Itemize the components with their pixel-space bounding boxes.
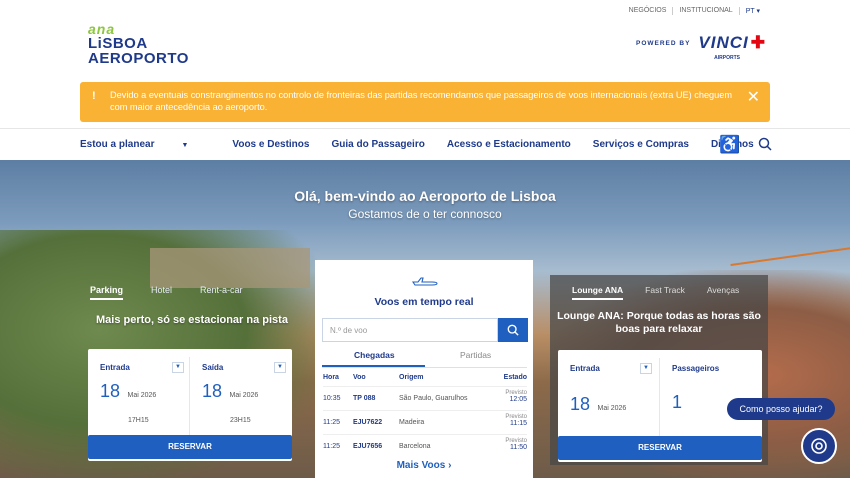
exit-time[interactable]: 23H15 <box>230 417 251 424</box>
lounge-reserve-button[interactable]: RESERVAR <box>558 436 762 460</box>
exit-label: Saída <box>202 363 224 372</box>
flights-title: Voos em tempo real <box>374 296 474 308</box>
divider <box>189 357 190 435</box>
close-icon[interactable]: ✕ <box>747 88 760 108</box>
nav-item-acesso-estacionamento[interactable]: Acesso e Estacionamento <box>447 139 571 150</box>
chevron-down-icon: ▼ <box>181 142 189 149</box>
chevron-right-icon: › <box>448 460 452 471</box>
chevron-down-icon[interactable]: ▼ <box>172 362 184 373</box>
language-selector[interactable]: PT ▾ <box>740 7 766 15</box>
tab-lounge-ana[interactable]: Lounge ANA <box>572 285 624 300</box>
lounge-heading: Lounge ANA: Porque todas as horas são bo… <box>557 310 761 335</box>
search-icon <box>507 324 519 336</box>
tab-fast-track[interactable]: Fast Track <box>645 285 685 300</box>
lounge-entry-label: Entrada <box>570 364 600 373</box>
alert-banner: ! Devido a eventuais constrangimentos no… <box>80 82 770 122</box>
nav-item-guia-passageiro[interactable]: Guia do Passageiro <box>331 139 424 150</box>
vinci-cross-icon: ✚ <box>750 33 766 52</box>
lounge-entry-date[interactable]: 18 Mai 2026 <box>570 394 626 415</box>
entry-label: Entrada <box>100 363 130 372</box>
chat-launcher-button[interactable] <box>801 428 837 464</box>
nav-item-servicos-compras[interactable]: Serviços e Compras <box>593 139 689 150</box>
parking-panel: Parking Hotel Rent-a-car Mais perto, só … <box>80 275 300 461</box>
passengers-value[interactable]: 1 <box>672 392 682 413</box>
table-row[interactable]: 11:25 EJU7656 Barcelona Previsto 11:50 <box>323 434 527 456</box>
flight-search-button[interactable] <box>498 318 528 342</box>
hero-section: Olá, bem-vindo ao Aeroporto de Lisboa Go… <box>0 160 850 478</box>
parking-form: Entrada ▼ 18 Mai 2026 17H15 Saída ▼ 18 M… <box>88 349 292 461</box>
warning-icon: ! <box>92 90 96 102</box>
tab-avencas[interactable]: Avenças <box>707 285 739 300</box>
entry-date[interactable]: 18 Mai 2026 <box>100 381 156 402</box>
chat-prompt-bubble[interactable]: Como posso ajudar? <box>727 398 835 420</box>
parking-heading: Mais perto, só se estacionar na pista <box>96 314 288 326</box>
passengers-label: Passageiros <box>672 364 720 373</box>
tab-parking[interactable]: Parking <box>90 285 124 300</box>
site-header: ana LiSBOA AEROPORTO NEGÓCIOS INSTITUCIO… <box>0 0 850 80</box>
tab-partidas[interactable]: Partidas <box>460 350 491 360</box>
flights-tabs: Chegadas Partidas <box>322 350 527 368</box>
vinci-logo[interactable]: VINCI ✚ <box>698 33 766 53</box>
parking-reserve-button[interactable]: RESERVAR <box>88 435 292 459</box>
top-link-institucional[interactable]: INSTITUCIONAL <box>673 7 740 15</box>
hero-subtitle: Gostamos de o ter connosco <box>348 207 502 221</box>
top-link-negocios[interactable]: NEGÓCIOS <box>623 7 674 15</box>
ana-lisboa-logo[interactable]: ana LiSBOA AEROPORTO <box>88 22 189 66</box>
chat-icon <box>811 438 827 454</box>
flight-number-input[interactable]: N.º de voo <box>322 318 498 342</box>
nav-item-estou-a-planear[interactable]: Estou a planear ▼ <box>80 139 210 150</box>
top-links: NEGÓCIOS INSTITUCIONAL PT ▾ <box>623 7 766 15</box>
search-icon[interactable] <box>758 137 772 156</box>
table-row[interactable]: 10:35 TP 088 São Paulo, Guarulhos Previs… <box>323 386 527 408</box>
chevron-down-icon[interactable]: ▼ <box>640 363 652 374</box>
tab-rent-a-car[interactable]: Rent-a-car <box>200 285 243 300</box>
powered-by-vinci: POWERED BY VINCI ✚ AIRPORTS <box>635 33 766 61</box>
alert-text: Devido a eventuais constrangimentos no c… <box>110 90 733 112</box>
flights-panel: Voos em tempo real N.º de voo Chegadas P… <box>315 260 533 478</box>
exit-date[interactable]: 18 Mai 2026 <box>202 381 258 402</box>
active-tab-indicator <box>322 365 425 367</box>
airplane-icon <box>411 274 438 292</box>
table-row[interactable]: 11:25 EJU7622 Madeira Previsto 11:15 <box>323 410 527 432</box>
main-nav: Estou a planear ▼ Voos e Destinos Guia do… <box>0 128 850 160</box>
more-flights-link[interactable]: Mais Voos › <box>315 460 533 471</box>
divider <box>659 358 660 436</box>
hero-title: Olá, bem-vindo ao Aeroporto de Lisboa <box>294 188 556 204</box>
nav-item-voos-destinos[interactable]: Voos e Destinos <box>232 139 309 150</box>
accessibility-icon[interactable]: ♿ <box>719 135 740 155</box>
tab-hotel[interactable]: Hotel <box>151 285 172 300</box>
entry-time[interactable]: 17H15 <box>128 417 149 424</box>
lounge-panel: Lounge ANA Fast Track Avenças Lounge ANA… <box>550 275 768 465</box>
tab-chegadas[interactable]: Chegadas <box>354 350 395 360</box>
hero-background-bridge <box>730 245 850 267</box>
chevron-down-icon[interactable]: ▼ <box>274 362 286 373</box>
